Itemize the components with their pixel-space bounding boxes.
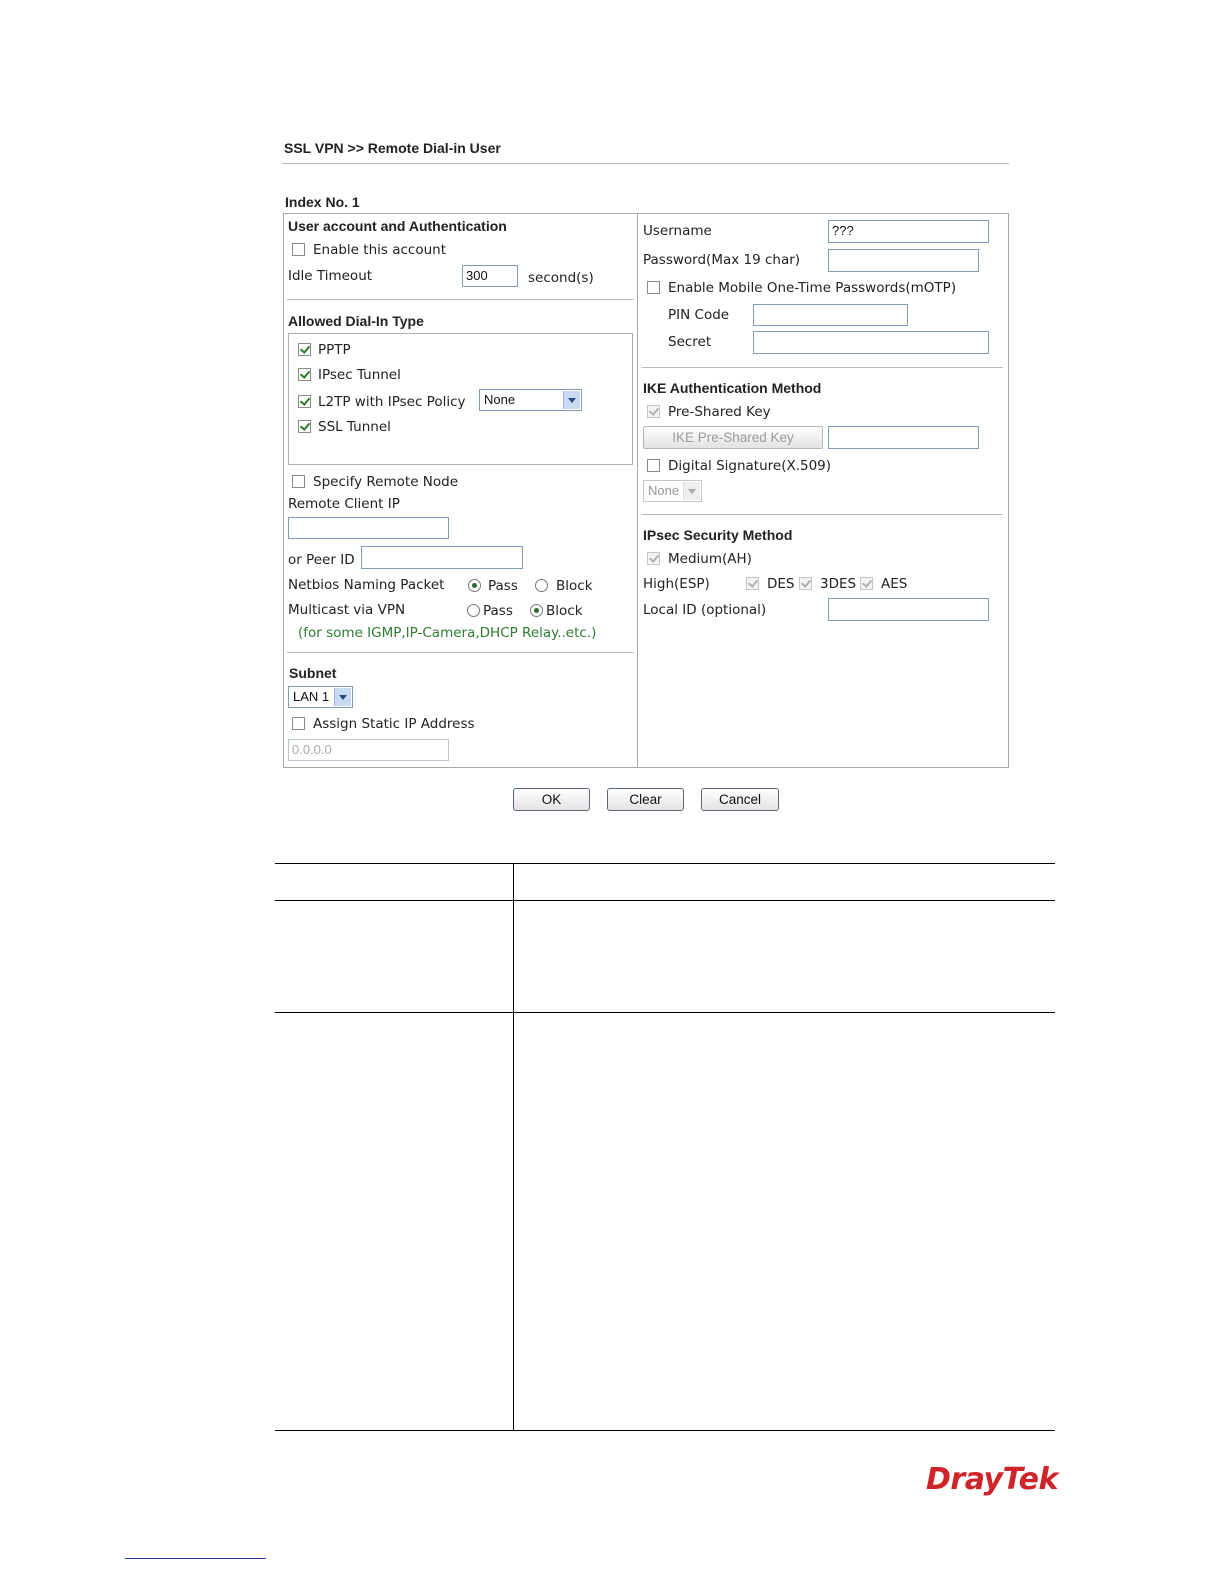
table-row-rule	[275, 1012, 1055, 1013]
enable-account-label: Enable this account	[313, 242, 446, 258]
high-esp-label: High(ESP)	[643, 576, 710, 592]
netbios-pass-label: Pass	[488, 578, 518, 594]
ok-button[interactable]: OK	[513, 788, 590, 811]
ike-section-title: IKE Authentication Method	[643, 380, 822, 396]
local-id-label: Local ID (optional)	[643, 602, 767, 618]
netbios-pass-radio[interactable]	[468, 579, 481, 592]
multicast-label: Multicast via VPN	[288, 602, 406, 618]
remote-client-ip-input[interactable]	[288, 517, 449, 539]
idle-timeout-unit: second(s)	[528, 270, 594, 286]
ipsec-tunnel-label: IPsec Tunnel	[318, 367, 401, 383]
clear-button[interactable]: Clear	[607, 788, 684, 811]
multicast-pass-label: Pass	[483, 603, 513, 619]
l2tp-label: L2TP with IPsec Policy	[318, 394, 466, 410]
specify-remote-node-checkbox[interactable]	[292, 475, 305, 488]
ike-psk-button[interactable]: IKE Pre-Shared Key	[643, 426, 823, 449]
pptp-checkbox[interactable]	[298, 343, 311, 356]
local-id-input[interactable]	[828, 598, 989, 621]
ipsec-tunnel-checkbox[interactable]	[298, 368, 311, 381]
medium-ah-label: Medium(AH)	[668, 551, 752, 567]
username-input[interactable]: ???	[828, 220, 989, 243]
left-divider-2	[287, 652, 634, 653]
subnet-value: LAN 1	[293, 689, 330, 704]
motp-checkbox[interactable]	[647, 281, 660, 294]
aes-label: AES	[881, 576, 908, 592]
pin-code-label: PIN Code	[668, 307, 730, 323]
netbios-label: Netbios Naming Packet	[288, 577, 445, 593]
ipsec-section-title: IPsec Security Method	[643, 527, 793, 543]
specify-remote-node-label: Specify Remote Node	[313, 474, 459, 490]
chevron-down-icon	[563, 391, 580, 409]
pin-code-input[interactable]	[753, 304, 908, 326]
static-ip-input[interactable]: 0.0.0.0	[288, 739, 449, 761]
left-divider-1	[287, 299, 634, 300]
pptp-label: PPTP	[318, 342, 351, 358]
digital-signature-value: None	[648, 483, 680, 498]
table-header-rule	[275, 900, 1055, 901]
dialin-section-title: Allowed Dial-In Type	[288, 313, 424, 329]
aes-checkbox[interactable]	[860, 577, 873, 590]
table-column-divider	[513, 863, 514, 1431]
peer-id-input[interactable]	[361, 546, 523, 569]
ssl-tunnel-checkbox[interactable]	[298, 420, 311, 433]
motp-label: Enable Mobile One-Time Passwords(mOTP)	[668, 280, 957, 296]
ssl-tunnel-label: SSL Tunnel	[318, 419, 391, 435]
assign-static-ip-checkbox[interactable]	[292, 717, 305, 730]
draytek-logo: DrayTek	[926, 1462, 1058, 1497]
multicast-note: (for some IGMP,IP-Camera,DHCP Relay..etc…	[298, 625, 597, 641]
3des-checkbox[interactable]	[799, 577, 812, 590]
multicast-block-radio[interactable]	[530, 604, 543, 617]
multicast-pass-radio[interactable]	[467, 604, 480, 617]
assign-static-ip-label: Assign Static IP Address	[313, 716, 475, 732]
ike-psk-input[interactable]	[828, 426, 979, 449]
des-checkbox[interactable]	[746, 577, 759, 590]
multicast-block-label: Block	[546, 603, 583, 619]
idle-timeout-label: Idle Timeout	[288, 268, 373, 284]
cancel-button[interactable]: Cancel	[701, 788, 779, 811]
subnet-section-title: Subnet	[289, 665, 337, 681]
table-top-rule	[275, 863, 1055, 864]
panel-column-divider	[637, 213, 638, 768]
right-divider-2	[642, 514, 1003, 515]
index-label: Index No. 1	[285, 194, 360, 210]
secret-input[interactable]	[753, 331, 989, 354]
preshared-key-checkbox[interactable]	[647, 405, 660, 418]
enable-account-checkbox[interactable]	[292, 243, 305, 256]
netbios-block-radio[interactable]	[535, 579, 548, 592]
digital-signature-select[interactable]: None	[643, 480, 702, 502]
l2tp-checkbox[interactable]	[298, 395, 311, 408]
l2tp-policy-select[interactable]: None	[479, 389, 582, 411]
digital-signature-label: Digital Signature(X.509)	[668, 458, 832, 474]
chevron-down-icon	[683, 482, 700, 500]
password-label: Password(Max 19 char)	[643, 252, 801, 268]
des-label: DES	[767, 576, 795, 592]
subnet-select[interactable]: LAN 1	[288, 686, 353, 708]
peer-id-label: or Peer ID	[288, 552, 355, 568]
table-bottom-rule	[275, 1430, 1055, 1431]
chevron-down-icon	[334, 688, 351, 706]
username-label: Username	[643, 223, 712, 239]
netbios-block-label: Block	[556, 578, 593, 594]
l2tp-policy-value: None	[484, 392, 516, 407]
account-section-title: User account and Authentication	[288, 218, 507, 234]
idle-timeout-input[interactable]: 300	[462, 265, 518, 287]
breadcrumb-divider	[282, 163, 1009, 164]
password-input[interactable]	[828, 249, 979, 272]
preshared-key-label: Pre-Shared Key	[668, 404, 771, 420]
right-divider-1	[642, 367, 1003, 368]
digital-signature-checkbox[interactable]	[647, 459, 660, 472]
remote-client-ip-label: Remote Client IP	[288, 496, 400, 512]
footer-rule	[125, 1558, 266, 1559]
medium-ah-checkbox[interactable]	[647, 552, 660, 565]
breadcrumb: SSL VPN >> Remote Dial-in User	[284, 140, 501, 156]
3des-label: 3DES	[820, 576, 857, 592]
secret-label: Secret	[668, 334, 712, 350]
